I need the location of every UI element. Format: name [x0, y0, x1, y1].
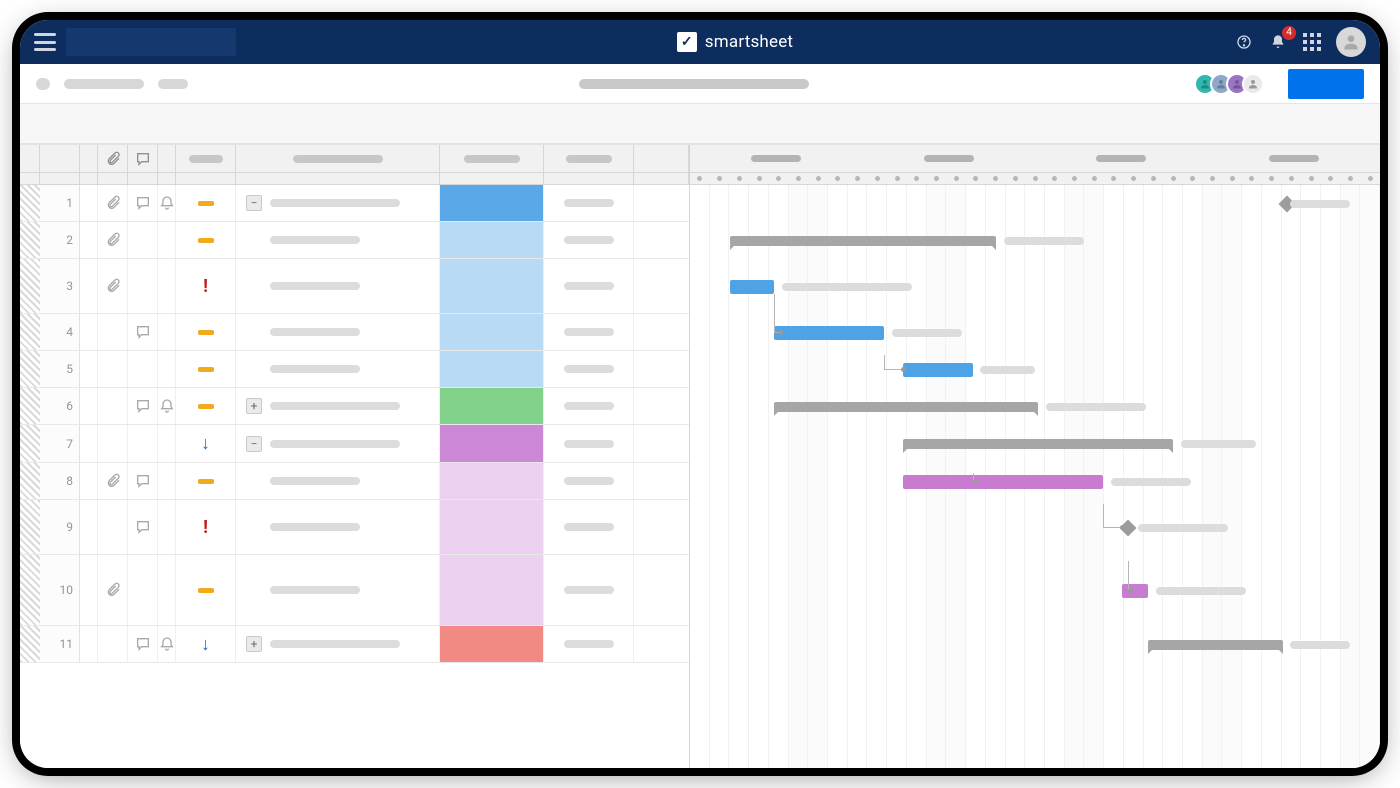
menu-icon[interactable] — [34, 33, 56, 51]
gantt-summary-bar[interactable] — [774, 402, 1038, 412]
status-hold-icon — [198, 330, 214, 335]
top-nav: ✓ smartsheet 4 — [20, 20, 1380, 64]
apps-icon[interactable] — [1302, 32, 1322, 52]
row-number: 8 — [40, 463, 80, 499]
grid-row[interactable]: 5 — [20, 351, 689, 388]
status-down-icon: ↓ — [201, 634, 210, 655]
collapse-icon[interactable]: − — [246, 436, 262, 452]
status-hold-icon — [198, 238, 214, 243]
nav-back-icon[interactable] — [36, 78, 50, 90]
grid-row[interactable]: 7 ↓ − — [20, 425, 689, 463]
gantt-bar-label — [1290, 200, 1350, 208]
breadcrumb-sub[interactable] — [158, 79, 188, 89]
search-input[interactable] — [66, 28, 236, 56]
gantt-body[interactable] — [690, 185, 1380, 768]
grid-row[interactable]: 2 — [20, 222, 689, 259]
device-frame: ✓ smartsheet 4 — [20, 20, 1380, 768]
status-hold-icon — [198, 201, 214, 206]
row-number: 5 — [40, 351, 80, 387]
brand-text: smartsheet — [705, 32, 793, 52]
grid-body[interactable]: 1−23!456+7↓−89!1011↓+ — [20, 185, 689, 768]
gantt-bar-label — [1004, 237, 1084, 245]
row-number: 9 — [40, 500, 80, 554]
gantt-task-bar[interactable] — [774, 326, 884, 340]
grid-row[interactable]: 11 ↓ + — [20, 626, 689, 663]
notification-badge: 4 — [1282, 26, 1296, 40]
gantt-summary-bar[interactable] — [903, 439, 1173, 449]
main-content: 1−23!456+7↓−89!1011↓+ — [20, 144, 1380, 768]
column-category[interactable] — [440, 145, 544, 172]
gantt-task-bar[interactable] — [903, 363, 973, 377]
status-hold-icon — [198, 479, 214, 484]
gantt-bar-label — [1111, 478, 1191, 486]
notifications-icon[interactable]: 4 — [1268, 32, 1288, 52]
collaborator-avatars[interactable] — [1200, 73, 1264, 95]
grid-row[interactable]: 6+ — [20, 388, 689, 425]
gantt-bar-label — [782, 283, 912, 291]
row-number: 3 — [40, 259, 80, 313]
breadcrumb[interactable] — [64, 79, 144, 89]
formatting-toolbar[interactable] — [20, 104, 1380, 144]
gantt-panel — [690, 145, 1380, 768]
brand-logo-icon: ✓ — [677, 32, 697, 52]
gantt-bar-label — [1181, 440, 1256, 448]
column-task-name[interactable] — [236, 145, 440, 172]
top-nav-right: 4 — [1234, 27, 1366, 57]
column-assignee[interactable] — [544, 145, 634, 172]
status-hold-icon — [198, 367, 214, 372]
grid-row[interactable]: 3! — [20, 259, 689, 314]
gantt-timescale[interactable] — [690, 145, 1380, 173]
user-avatar[interactable] — [1336, 27, 1366, 57]
gantt-task-bar[interactable] — [1122, 584, 1148, 598]
gantt-bar-label — [1156, 587, 1246, 595]
gantt-bar-label — [980, 366, 1035, 374]
sheet-header-bar — [20, 64, 1380, 104]
column-comments[interactable] — [128, 145, 158, 172]
collapse-icon[interactable]: − — [246, 195, 262, 211]
gantt-bar-label — [1290, 641, 1350, 649]
grid-row[interactable]: 8 — [20, 463, 689, 500]
expand-icon[interactable]: + — [246, 636, 262, 652]
column-attachments[interactable] — [98, 145, 128, 172]
gantt-summary-bar[interactable] — [1148, 640, 1283, 650]
gantt-bar-label — [892, 329, 962, 337]
app-root: ✓ smartsheet 4 — [20, 20, 1380, 768]
grid-panel: 1−23!456+7↓−89!1011↓+ — [20, 145, 690, 768]
grid-row[interactable]: 1− — [20, 185, 689, 222]
grid-row[interactable]: 4 — [20, 314, 689, 351]
status-hold-icon — [198, 404, 214, 409]
column-status[interactable] — [176, 145, 236, 172]
brand: ✓ smartsheet — [246, 32, 1224, 52]
grid-row[interactable]: 10 — [20, 555, 689, 626]
gantt-task-bar[interactable] — [903, 475, 1103, 489]
row-number: 1 — [40, 185, 80, 221]
help-icon[interactable] — [1234, 32, 1254, 52]
expand-icon[interactable]: + — [246, 398, 262, 414]
row-number: 4 — [40, 314, 80, 350]
row-number: 6 — [40, 388, 80, 424]
status-hold-icon — [198, 588, 214, 593]
row-number: 10 — [40, 555, 80, 625]
gantt-bar-label — [1138, 524, 1228, 532]
row-number: 11 — [40, 626, 80, 662]
share-button[interactable] — [1288, 69, 1364, 99]
status-alert-icon: ! — [203, 276, 208, 297]
status-down-icon: ↓ — [201, 433, 210, 454]
sheet-title[interactable] — [579, 79, 809, 89]
row-number: 7 — [40, 425, 80, 462]
grid-row[interactable]: 9! — [20, 500, 689, 555]
row-number: 2 — [40, 222, 80, 258]
grid-header — [20, 145, 689, 173]
gantt-task-bar[interactable] — [730, 280, 774, 294]
gantt-summary-bar[interactable] — [730, 236, 996, 246]
gantt-bar-label — [1046, 403, 1146, 411]
status-alert-icon: ! — [203, 517, 208, 538]
